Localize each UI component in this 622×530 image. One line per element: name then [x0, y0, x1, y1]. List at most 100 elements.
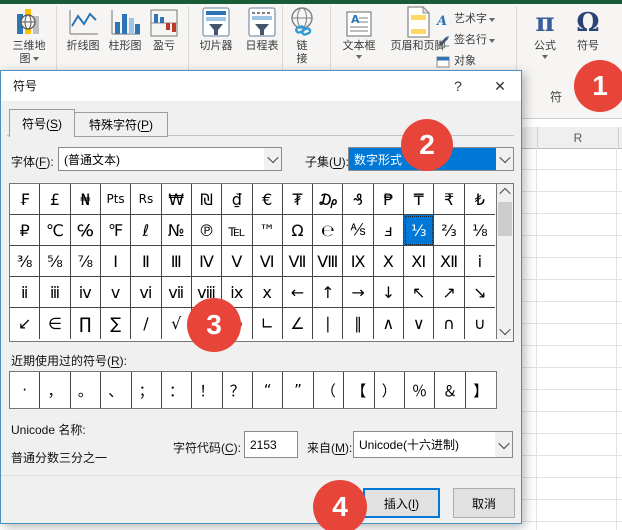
symbol-cell[interactable]: ⅛ [465, 215, 495, 246]
ribbon-button-textbox[interactable]: A 文本框 [336, 4, 382, 59]
cancel-button[interactable]: 取消 [453, 488, 515, 518]
recent-symbol-cell[interactable]: ； [132, 372, 162, 408]
ribbon-button-slicer[interactable]: 切片器 [192, 4, 240, 53]
dropdown-arrow-icon[interactable] [496, 148, 513, 170]
recent-symbol-cell[interactable]: ％ [405, 372, 435, 408]
symbol-cell[interactable]: Ⅱ [131, 246, 161, 277]
ribbon-button-winloss[interactable]: 盈亏 [144, 4, 184, 53]
symbol-cell[interactable]: ₪ [192, 184, 222, 215]
symbol-cell[interactable]: Ω [283, 215, 313, 246]
recent-symbol-cell[interactable]: ， [40, 372, 70, 408]
dropdown-arrow-icon[interactable] [495, 432, 512, 457]
symbol-cell[interactable]: ∪ [465, 308, 495, 339]
symbol-cell[interactable]: Rs [131, 184, 161, 215]
scrollbar-thumb[interactable] [498, 202, 512, 236]
help-button[interactable]: ? [441, 71, 475, 101]
symbol-cell[interactable]: ₱ [374, 184, 404, 215]
recent-symbol-cell[interactable]: · [10, 372, 40, 408]
symbol-cell[interactable]: ℓ [131, 215, 161, 246]
column-header-R[interactable]: R [537, 127, 619, 148]
symbol-cell[interactable]: ℡ [222, 215, 252, 246]
recent-symbol-cell[interactable]: 】 [466, 372, 496, 408]
symbol-cell[interactable]: № [162, 215, 192, 246]
symbol-cell[interactable]: ₹ [434, 184, 464, 215]
ribbon-button-link[interactable]: 链接 [286, 4, 318, 66]
symbol-cell[interactable]: → [343, 277, 373, 308]
symbol-cell[interactable]: ₺ [465, 184, 495, 215]
symbol-cell[interactable]: ₯ [313, 184, 343, 215]
symbol-cell[interactable]: ↓ [374, 277, 404, 308]
symbol-cell[interactable]: ⅳ [71, 277, 101, 308]
symbol-cell[interactable]: ℉ [101, 215, 131, 246]
symbol-cell[interactable]: ∩ [434, 308, 464, 339]
symbol-cell[interactable]: ⅍ [343, 215, 373, 246]
symbol-cell[interactable]: ℮ [313, 215, 343, 246]
symbol-cell[interactable]: ⅹ [253, 277, 283, 308]
ribbon-button-equation[interactable]: π 公式 [528, 4, 562, 59]
dialog-titlebar[interactable]: 符号 ? ✕ [1, 71, 521, 101]
ribbon-button-line-chart[interactable]: 折线图 [60, 4, 106, 53]
symbol-cell[interactable]: ∈ [40, 308, 70, 339]
symbol-cell[interactable]: Ⅳ [192, 246, 222, 277]
recent-symbol-cell[interactable]: ＆ [435, 372, 465, 408]
scroll-down-icon[interactable] [497, 323, 513, 339]
ribbon-button-3d-map[interactable]: 三维地图 [6, 4, 52, 66]
symbol-cell[interactable]: ₦ [71, 184, 101, 215]
symbol-cell[interactable]: Ⅺ [404, 246, 434, 277]
symbol-cell[interactable]: ⅎ [374, 215, 404, 246]
symbol-cell[interactable]: ∣ [313, 308, 343, 339]
symbol-cell[interactable]: ℃ [40, 215, 70, 246]
symbol-cell[interactable]: ₽ [10, 215, 40, 246]
symbol-cell[interactable]: ↘ [465, 277, 495, 308]
symbol-cell[interactable]: ₩ [162, 184, 192, 215]
recent-symbol-cell[interactable]: ： [162, 372, 192, 408]
symbol-cell[interactable]: ⅞ [71, 246, 101, 277]
dropdown-arrow-icon[interactable] [264, 148, 281, 170]
symbol-cell[interactable]: ∟ [253, 308, 283, 339]
symbol-cell[interactable]: ⅔ [434, 215, 464, 246]
recent-symbol-cell[interactable]: （ [314, 372, 344, 408]
symbol-cell[interactable]: Ⅴ [222, 246, 252, 277]
ribbon-button-wordart[interactable]: A 艺术字 [436, 10, 520, 29]
recent-symbol-cell[interactable]: 。 [71, 372, 101, 408]
font-dropdown[interactable]: (普通文本) [58, 147, 282, 171]
symbol-cell[interactable]: ⅓ [404, 215, 434, 246]
ribbon-button-column-chart[interactable]: 柱形图 [102, 4, 148, 53]
symbol-cell[interactable]: ↗ [434, 277, 464, 308]
symbol-cell[interactable]: € [253, 184, 283, 215]
tab-symbols[interactable]: 符号(S) [9, 109, 75, 137]
symbol-cell[interactable]: ∕ [131, 308, 161, 339]
symbol-cell[interactable]: ⅱ [10, 277, 40, 308]
from-dropdown[interactable]: Unicode(十六进制) [353, 431, 513, 458]
symbol-cell[interactable]: ₫ [222, 184, 252, 215]
symbol-cell[interactable]: Ⅹ [374, 246, 404, 277]
symbol-cell[interactable]: ₸ [404, 184, 434, 215]
symbol-cell[interactable]: Ⅷ [313, 246, 343, 277]
symbol-cell[interactable]: ∥ [343, 308, 373, 339]
symbol-cell[interactable]: Ⅻ [434, 246, 464, 277]
symbol-cell[interactable]: ⅰ [465, 246, 495, 277]
symbol-cell[interactable]: ↙ [10, 308, 40, 339]
ribbon-button-signature-line[interactable]: 签名行 [436, 31, 520, 50]
recent-symbol-cell[interactable]: 【 [344, 372, 374, 408]
symbol-cell[interactable]: ∧ [374, 308, 404, 339]
symbol-cell[interactable]: ℗ [192, 215, 222, 246]
symbol-cell[interactable]: Ⅰ [101, 246, 131, 277]
recent-symbol-cell[interactable]: “ [253, 372, 283, 408]
symbol-cell[interactable]: ⅜ [10, 246, 40, 277]
symbol-cell[interactable]: ∠ [283, 308, 313, 339]
ribbon-button-object[interactable]: 对象 [436, 52, 520, 71]
insert-button[interactable]: 插入(I) [363, 488, 440, 518]
symbol-cell[interactable]: ₮ [283, 184, 313, 215]
recent-symbol-cell[interactable]: ！ [192, 372, 222, 408]
symbol-cell[interactable]: ₰ [343, 184, 373, 215]
symbol-cell[interactable]: ₣ [10, 184, 40, 215]
symbol-cell[interactable]: £ [40, 184, 70, 215]
symbol-cell[interactable]: Ⅲ [162, 246, 192, 277]
symbol-cell[interactable]: Pts [101, 184, 131, 215]
symbol-cell[interactable]: Ⅶ [283, 246, 313, 277]
tab-special-characters[interactable]: 特殊字符(P) [74, 112, 168, 137]
recent-symbol-cell[interactable]: ” [283, 372, 313, 408]
recent-symbol-cell[interactable]: ？ [223, 372, 253, 408]
recent-symbol-cell[interactable]: ） [375, 372, 405, 408]
